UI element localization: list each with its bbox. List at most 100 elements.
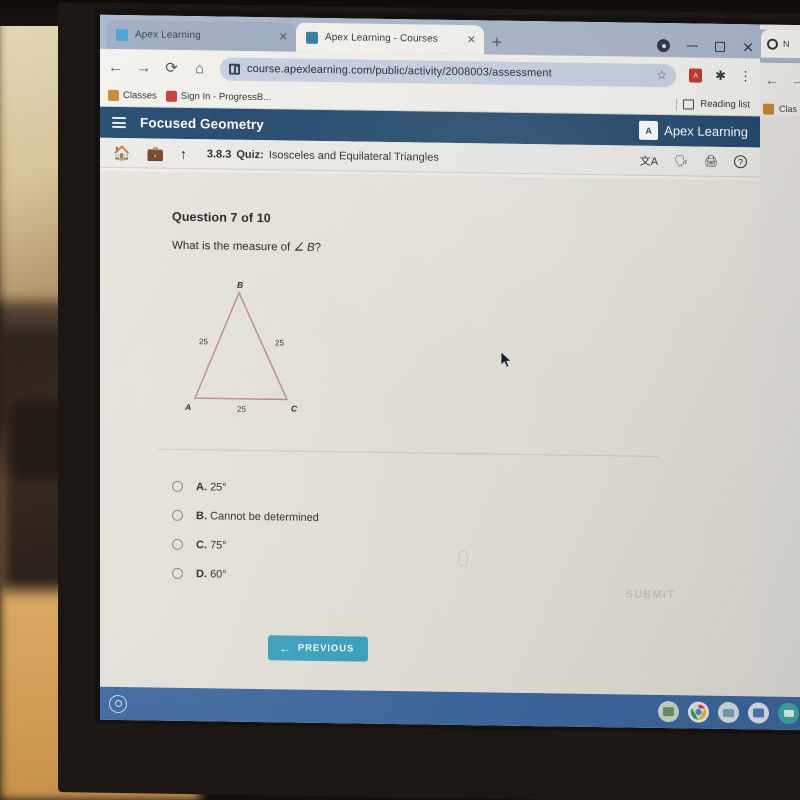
- secondary-tabstrip: N: [757, 29, 800, 64]
- maximize-button[interactable]: [715, 41, 726, 52]
- menu-hamburger-icon[interactable]: [112, 116, 126, 129]
- browser-tab-2-label: Apex Learning - Courses: [325, 32, 438, 45]
- apex-favicon: [116, 28, 128, 41]
- extensions-puzzle-icon[interactable]: ✱: [715, 68, 726, 84]
- bookmark-progressbook-label: Sign In - ProgressB...: [180, 90, 272, 104]
- answer-option-b-text: B. Cannot be determined: [196, 510, 319, 524]
- reading-list-group[interactable]: Reading list: [676, 97, 752, 111]
- files-app-icon[interactable]: [658, 700, 679, 723]
- lesson-breadcrumb: 3.8.3 Quiz: Isosceles and Equilateral Tr…: [207, 148, 439, 163]
- help-icon-glyph: ?: [737, 156, 743, 167]
- minimize-button[interactable]: [687, 45, 699, 47]
- browser-tab-1-close-icon[interactable]: ✕: [279, 30, 288, 43]
- submit-button[interactable]: SUBMIT: [626, 589, 675, 602]
- browser-window: Apex Learning ✕ Apex Learning - Courses …: [100, 14, 760, 697]
- reload-icon[interactable]: ⟳: [164, 59, 179, 76]
- up-level-icon[interactable]: ↑: [180, 145, 187, 161]
- browser-tab-2[interactable]: Apex Learning - Courses ✕: [296, 22, 484, 55]
- secondary-browser-viewport: [757, 115, 800, 698]
- lesson-number: 3.8.3: [206, 147, 232, 161]
- secondary-back-icon[interactable]: ←: [765, 72, 779, 88]
- radio-option-a[interactable]: [172, 480, 183, 492]
- quiz-content: Question 7 of 10 What is the measure of …: [100, 170, 760, 697]
- question-prompt-suffix: ?: [314, 241, 322, 254]
- answer-text-b: Cannot be determined: [210, 509, 319, 524]
- side-label-ac: 25: [237, 404, 246, 414]
- home-nav-icon[interactable]: 🏠: [113, 144, 130, 160]
- secondary-browser-window[interactable]: N ← → Clas: [756, 24, 800, 698]
- screen-smudge: [458, 550, 468, 567]
- radio-option-c[interactable]: [172, 538, 183, 550]
- forward-icon[interactable]: →: [136, 59, 151, 76]
- apex-learning-brand: A Apex Learning: [639, 120, 748, 142]
- browser-tab-2-close-icon[interactable]: ✕: [467, 33, 476, 46]
- answer-text-a: 25°: [210, 480, 227, 494]
- classes-bookmark-icon: [763, 103, 774, 115]
- content-divider: [158, 448, 658, 457]
- read-aloud-icon[interactable]: 🗣: [674, 154, 688, 167]
- translate-icon[interactable]: 文A: [640, 152, 658, 168]
- question-prompt-angle: ∠ B: [293, 241, 315, 254]
- previous-button[interactable]: ← PREVIOUS: [268, 635, 369, 662]
- bookmark-classes-label: Classes: [123, 90, 157, 102]
- question-prompt-prefix: What is the measure of: [172, 239, 294, 254]
- vertex-label-b: B: [237, 279, 244, 290]
- bookmark-classes[interactable]: Classes: [108, 89, 157, 102]
- secondary-omnibar: ← →: [757, 62, 800, 97]
- chrome-menu-icon[interactable]: ⋮: [739, 68, 752, 83]
- browser-tab-1[interactable]: Apex Learning ✕: [106, 19, 296, 52]
- home-icon[interactable]: ⌂: [192, 60, 207, 77]
- reading-list-icon: [683, 98, 695, 110]
- address-bar[interactable]: course.apexlearning.com/public/activity/…: [220, 56, 677, 87]
- secondary-forward-icon[interactable]: →: [791, 72, 800, 88]
- window-controls: ✕: [657, 38, 754, 55]
- side-label-ab: 25: [199, 337, 208, 347]
- apex-brand-label: Apex Learning: [664, 123, 748, 140]
- help-icon[interactable]: ?: [734, 155, 747, 169]
- secondary-tab[interactable]: N: [761, 29, 800, 59]
- briefcase-icon[interactable]: 💼: [146, 145, 163, 161]
- launcher-button[interactable]: [109, 694, 127, 713]
- question-prompt: What is the measure of ∠ B?: [172, 238, 760, 261]
- apex-courses-favicon: [306, 31, 318, 44]
- reading-list-label: Reading list: [700, 98, 750, 111]
- meet-app-icon[interactable]: [778, 702, 799, 725]
- shelf-app-icons: [658, 700, 800, 725]
- answer-letter-b: B.: [196, 509, 207, 522]
- secondary-tab-label: N: [783, 38, 790, 49]
- answer-option-a-text: A. 25°: [196, 481, 227, 493]
- close-window-button[interactable]: ✕: [742, 39, 754, 55]
- question-block: Question 7 of 10 What is the measure of …: [100, 171, 760, 424]
- chrome-app-icon[interactable]: [688, 701, 709, 723]
- site-info-icon[interactable]: [229, 63, 240, 75]
- mouse-cursor: [500, 350, 513, 368]
- slides-app-icon[interactable]: [748, 702, 769, 724]
- bookmarks-divider: [676, 97, 678, 110]
- radio-option-b[interactable]: [172, 509, 183, 521]
- browser-tab-1-label: Apex Learning: [135, 29, 201, 42]
- laptop-screen: N ← → Clas Apex Learning ✕ Apex Learning…: [100, 14, 800, 731]
- back-icon[interactable]: ←: [108, 58, 123, 75]
- bookmark-progressbook[interactable]: Sign In - ProgressB...: [165, 90, 272, 104]
- triangle-figure: A B C 25 25 25: [177, 280, 387, 418]
- address-bar-url: course.apexlearning.com/public/activity/…: [247, 62, 552, 80]
- lesson-type-label: Quiz:: [236, 148, 264, 161]
- progressbook-icon: [165, 90, 177, 102]
- secondary-bookmark-label[interactable]: Clas: [779, 104, 797, 114]
- chrome-logo-icon: [690, 704, 707, 720]
- question-counter: Question 7 of 10: [172, 209, 271, 226]
- bookmark-star-icon[interactable]: ☆: [656, 68, 667, 82]
- triangle-svg: [193, 291, 289, 401]
- answer-letter-a: A.: [196, 480, 207, 493]
- answer-text-c: 75°: [210, 538, 227, 552]
- previous-arrow-icon: ←: [279, 640, 292, 656]
- print-icon[interactable]: 🖨: [704, 155, 718, 168]
- vertex-label-a: A: [185, 401, 192, 413]
- new-tab-button[interactable]: +: [492, 33, 502, 52]
- gmail-app-icon[interactable]: [718, 701, 739, 724]
- lesson-name: Isosceles and Equilateral Triangles: [268, 148, 439, 164]
- profile-avatar-icon[interactable]: [657, 38, 671, 53]
- course-title: Focused Geometry: [140, 115, 264, 133]
- pdf-extension-icon[interactable]: A: [689, 68, 703, 83]
- quiz-tools: 文A 🗣 🖨 ?: [640, 152, 747, 170]
